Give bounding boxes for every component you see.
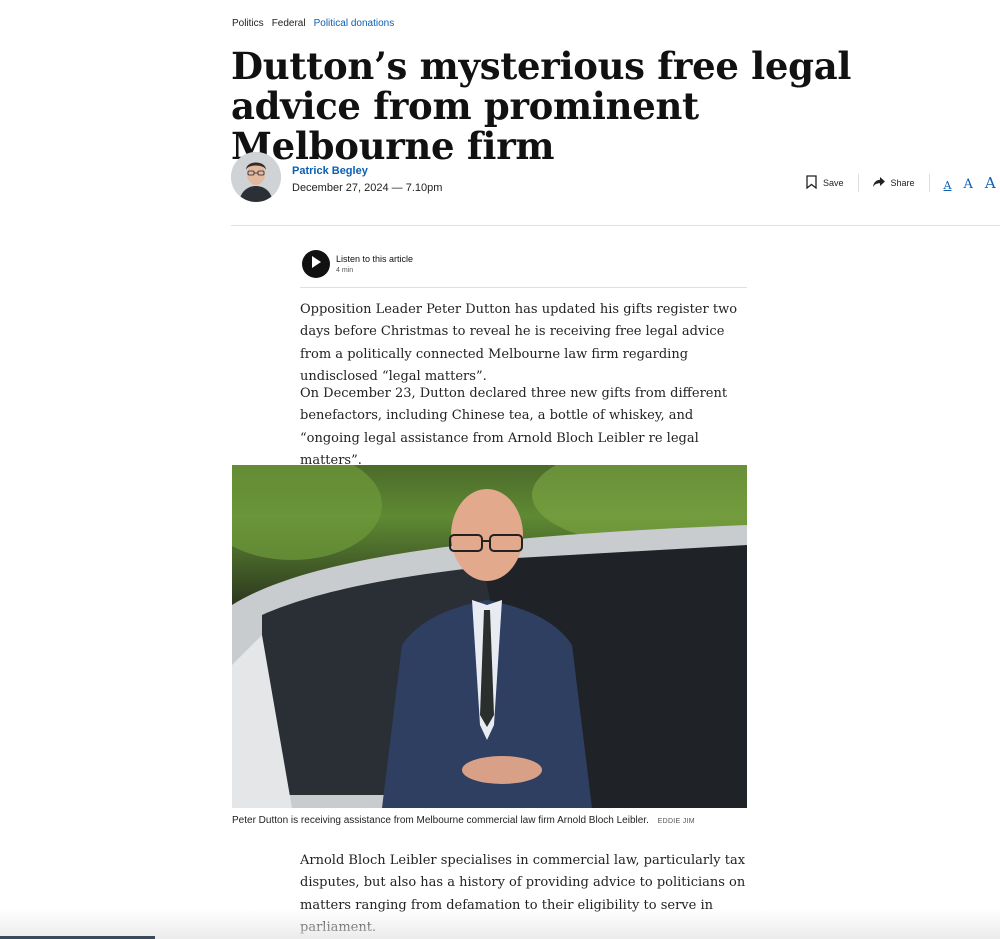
breadcrumb: Politics Federal Political donations bbox=[232, 18, 394, 29]
byline: Patrick Begley December 27, 2024 — 7.10p… bbox=[231, 152, 442, 202]
author-name-link[interactable]: Patrick Begley bbox=[292, 165, 442, 177]
divider bbox=[928, 174, 930, 192]
bookmark-icon bbox=[806, 175, 817, 191]
font-size-controls: A A A bbox=[944, 174, 996, 192]
divider bbox=[300, 287, 747, 288]
font-size-medium-button[interactable]: A bbox=[964, 177, 973, 192]
article-paragraph: Opposition Leader Peter Dutton has updat… bbox=[300, 302, 738, 384]
article-headline: Dutton’s mysterious free legal advice fr… bbox=[231, 44, 852, 168]
share-button[interactable]: Share bbox=[872, 177, 915, 189]
listen-duration: 4 min bbox=[336, 267, 354, 274]
share-arrow-icon bbox=[872, 177, 885, 189]
divider bbox=[857, 174, 859, 192]
font-size-large-button[interactable]: A bbox=[985, 174, 996, 192]
article-paragraph: On December 23, Dutton declared three ne… bbox=[300, 386, 728, 468]
breadcrumb-federal[interactable]: Federal bbox=[272, 18, 306, 29]
breadcrumb-political-donations[interactable]: Political donations bbox=[314, 18, 395, 29]
save-button[interactable]: Save bbox=[806, 175, 844, 191]
breadcrumb-politics[interactable]: Politics bbox=[232, 18, 264, 29]
play-button[interactable] bbox=[302, 250, 330, 278]
bottom-fade bbox=[0, 909, 1000, 939]
author-avatar[interactable] bbox=[231, 152, 281, 202]
listen-label: Listen to this article bbox=[336, 254, 414, 264]
save-label: Save bbox=[823, 178, 844, 188]
audio-player: Listen to this article 4 min bbox=[302, 250, 413, 278]
caption-text: Peter Dutton is receiving assistance fro… bbox=[232, 815, 649, 826]
photo-caption: Peter Dutton is receiving assistance fro… bbox=[232, 815, 695, 826]
play-icon bbox=[311, 255, 321, 273]
photo-credit: EDDIE JIM bbox=[657, 818, 695, 825]
divider bbox=[231, 225, 1000, 226]
publish-date: December 27, 2024 — 7.10pm bbox=[292, 181, 443, 194]
font-size-small-button[interactable]: A bbox=[944, 179, 952, 192]
share-label: Share bbox=[890, 178, 915, 188]
article-photo[interactable] bbox=[232, 465, 747, 808]
article-tools: Save Share A A A bbox=[806, 174, 996, 192]
